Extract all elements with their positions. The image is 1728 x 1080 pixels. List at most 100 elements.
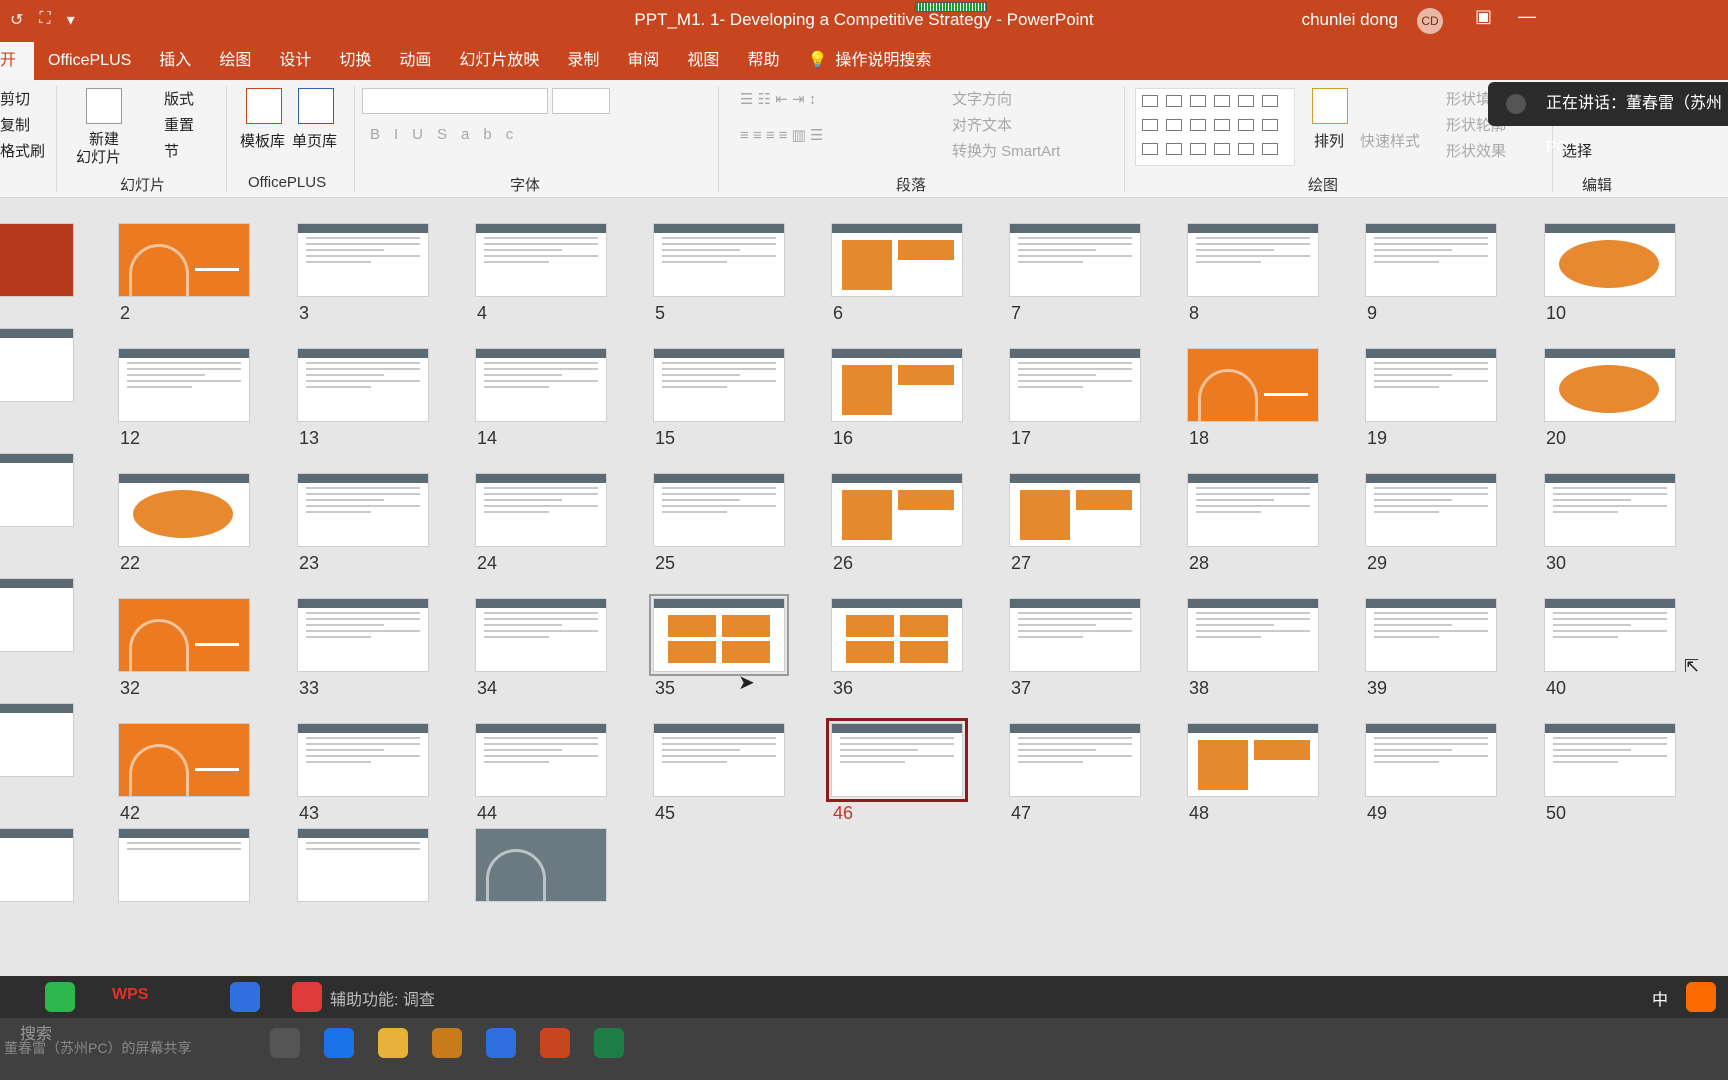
assist-label[interactable]: 辅助功能: 调查 [330, 986, 435, 1010]
powerpoint-icon[interactable] [540, 1028, 570, 1058]
slide-thumbnail[interactable] [1365, 223, 1497, 297]
slide-thumbnail[interactable] [297, 348, 429, 422]
slide-thumbnail[interactable] [297, 223, 429, 297]
tab-officeplus[interactable]: OfficePLUS [34, 42, 145, 80]
slide-thumbnail-partial[interactable] [297, 828, 429, 902]
quick-styles-button[interactable]: 快速样式 [1360, 130, 1420, 151]
tab-help[interactable]: 帮助 [733, 42, 793, 80]
slide-thumbnail[interactable] [297, 598, 429, 672]
slide-thumbnail[interactable] [1544, 723, 1676, 797]
shape-fill-button[interactable]: 形状填 [1446, 88, 1491, 109]
slide-thumbnail[interactable] [118, 473, 250, 547]
tab-transitions[interactable]: 切换 [325, 42, 385, 80]
slide-thumbnail[interactable] [1365, 473, 1497, 547]
template-library-label[interactable]: 模板库 [240, 130, 285, 151]
slide-thumbnail[interactable] [653, 723, 785, 797]
slide-thumbnail[interactable] [297, 723, 429, 797]
slide-thumbnail[interactable] [1544, 223, 1676, 297]
slide-thumbnail-partial[interactable] [475, 828, 607, 902]
ime-indicator[interactable]: 中 [1652, 986, 1668, 1010]
tray-app-icon[interactable] [1686, 982, 1716, 1012]
avatar[interactable]: CD [1417, 8, 1443, 34]
app-icon[interactable] [45, 982, 75, 1012]
slide-thumbnail[interactable] [826, 718, 968, 802]
slide-thumbnail[interactable] [653, 473, 785, 547]
slide-thumbnail-partial[interactable] [118, 828, 250, 902]
tab-design[interactable]: 设计 [265, 42, 325, 80]
slide-thumbnail[interactable] [653, 348, 785, 422]
slide-thumbnail[interactable] [475, 473, 607, 547]
slide-thumbnail[interactable] [831, 473, 963, 547]
font-format-buttons[interactable]: BIUSabc [370, 126, 527, 143]
slide-thumbnail-partial[interactable] [0, 578, 74, 652]
slide-thumbnail[interactable] [1009, 348, 1141, 422]
section-button[interactable]: 节 [164, 140, 179, 161]
edge-icon[interactable] [324, 1028, 354, 1058]
slide-thumbnail[interactable] [1365, 348, 1497, 422]
slide-thumbnail[interactable] [118, 223, 250, 297]
tab-record[interactable]: 录制 [553, 42, 613, 80]
taskbar-app-icon[interactable] [270, 1028, 300, 1058]
slide-thumbnail[interactable] [1009, 723, 1141, 797]
user-name[interactable]: chunlei dong [1302, 10, 1398, 30]
tab-view[interactable]: 视图 [673, 42, 733, 80]
new-slide-icon[interactable] [86, 88, 122, 124]
convert-smartart-button[interactable]: 转换为 SmartArt [952, 140, 1060, 161]
slide-thumbnail[interactable] [297, 473, 429, 547]
slide-thumbnail[interactable] [475, 348, 607, 422]
shapes-gallery[interactable] [1135, 88, 1295, 166]
slide-thumbnail[interactable] [831, 348, 963, 422]
slide-thumbnail[interactable] [1009, 223, 1141, 297]
file-explorer-icon[interactable] [378, 1028, 408, 1058]
slide-thumbnail[interactable] [831, 598, 963, 672]
slide-thumbnail[interactable] [653, 223, 785, 297]
slide-thumbnail[interactable] [475, 223, 607, 297]
tab-animations[interactable]: 动画 [385, 42, 445, 80]
slide-thumbnail[interactable] [1365, 598, 1497, 672]
slide-sorter-view[interactable]: 2 3 4 5 6 7 8 9 10 12 13 14 15 16 17 18 19 20 22 23 24 25 26 27… [0, 199, 1728, 976]
slide-thumbnail[interactable] [1187, 348, 1319, 422]
slide-thumbnail[interactable] [1544, 348, 1676, 422]
store-icon[interactable] [432, 1028, 462, 1058]
cut-button[interactable]: 剪切 [0, 88, 30, 109]
slide-thumbnail[interactable] [118, 348, 250, 422]
slide-thumbnail[interactable] [1544, 473, 1676, 547]
ribbon-display-icon[interactable]: ▣ [1475, 6, 1492, 27]
align-text-button[interactable]: 对齐文本 [952, 114, 1012, 135]
slide-thumbnail[interactable] [1009, 473, 1141, 547]
slide-thumbnail[interactable] [649, 594, 789, 676]
font-size-select[interactable] [552, 88, 610, 114]
arrange-button[interactable]: 排列 [1314, 130, 1344, 151]
arrange-icon[interactable] [1312, 88, 1348, 124]
list-buttons[interactable]: ☰ ☷ ⇤ ⇥ ↕ [740, 90, 816, 108]
slide-thumbnail-partial[interactable] [0, 828, 74, 902]
tab-slideshow[interactable]: 幻灯片放映 [445, 42, 553, 80]
new-slide-label-2[interactable]: 幻灯片 [76, 146, 121, 167]
slide-thumbnail[interactable] [475, 723, 607, 797]
shape-effects-button[interactable]: 形状效果 [1446, 140, 1506, 161]
slide-thumbnail[interactable] [118, 723, 250, 797]
slide-thumbnail-partial[interactable] [0, 703, 74, 777]
slide-thumbnail-partial[interactable] [0, 223, 74, 297]
recorder-icon[interactable] [292, 982, 322, 1012]
tab-home[interactable]: 开始 [0, 42, 34, 80]
slide-thumbnail[interactable] [118, 598, 250, 672]
wps-icon[interactable]: WPS [112, 986, 148, 1004]
format-painter-button[interactable]: 格式刷 [0, 140, 45, 161]
tab-draw[interactable]: 绘图 [205, 42, 265, 80]
slide-thumbnail[interactable] [1187, 223, 1319, 297]
font-name-select[interactable] [362, 88, 548, 114]
slide-thumbnail[interactable] [1187, 598, 1319, 672]
reset-button[interactable]: 重置 [164, 114, 194, 135]
text-direction-button[interactable]: 文字方向 [952, 88, 1012, 109]
meeting-app-icon[interactable] [230, 982, 260, 1012]
slide-thumbnail[interactable] [1544, 598, 1676, 672]
meeting-taskbar-icon[interactable] [486, 1028, 516, 1058]
slide-thumbnail-partial[interactable] [0, 328, 74, 402]
slide-thumbnail[interactable] [475, 598, 607, 672]
tell-me-search[interactable]: 💡 操作说明搜索 [793, 42, 945, 80]
single-page-library-label[interactable]: 单页库 [292, 130, 337, 151]
slide-thumbnail-partial[interactable] [0, 453, 74, 527]
slide-thumbnail[interactable] [1187, 723, 1319, 797]
slide-thumbnail[interactable] [831, 223, 963, 297]
